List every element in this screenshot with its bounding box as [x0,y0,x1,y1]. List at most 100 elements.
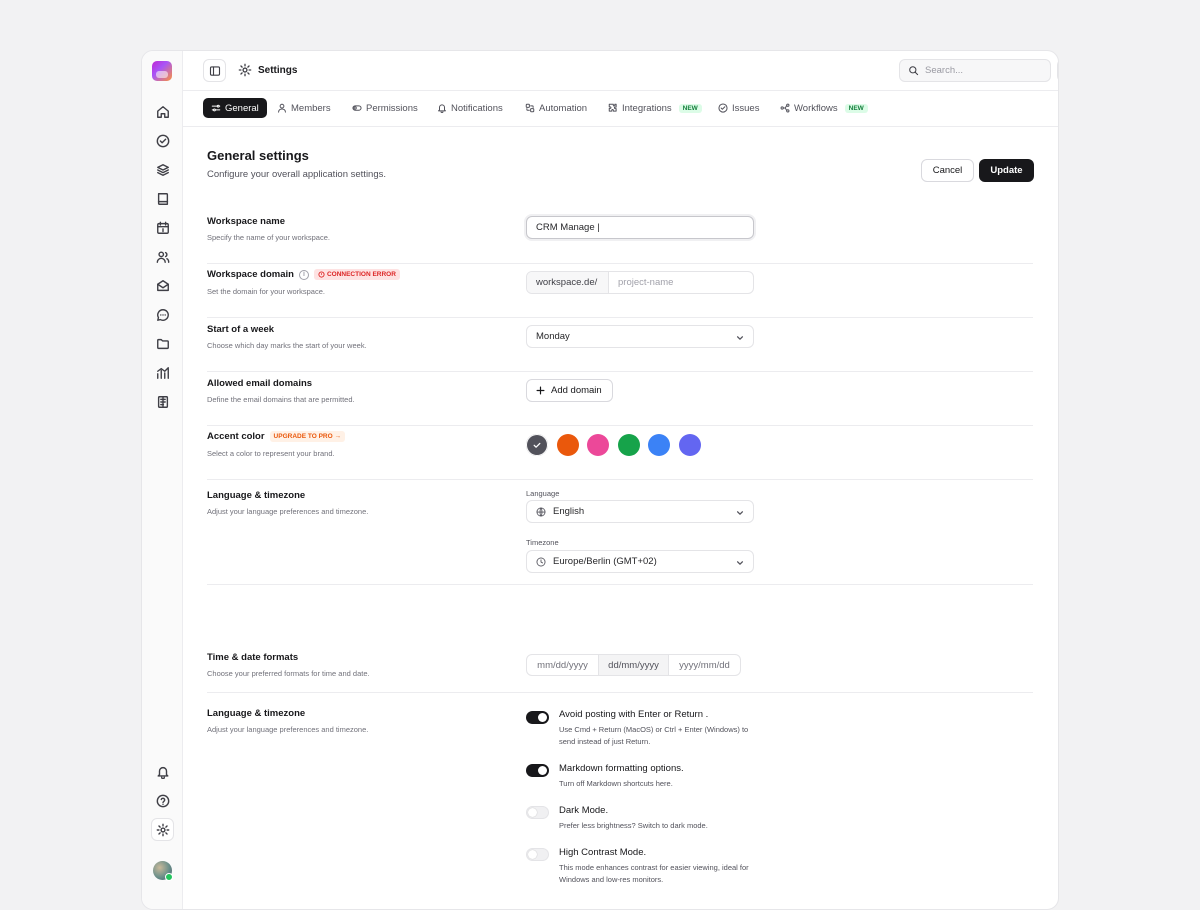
preferences-row: Language & timezone Adjust your language… [207,693,1033,909]
alert-circle-icon [318,271,325,278]
add-domain-button[interactable]: Add domain [526,379,613,402]
color-swatch[interactable] [617,434,640,456]
color-swatch[interactable] [678,434,701,456]
tab-automation[interactable]: Automation [517,98,595,118]
workspace-domain-desc: Set the domain for your workspace. [207,287,325,296]
tab-general[interactable]: General [203,98,267,118]
tab-integrations[interactable]: Integrations NEW [600,98,710,118]
workspace-domain-input-group: workspace.de/ project-name [526,271,754,294]
dark-mode-toggle[interactable] [526,806,549,819]
divider [207,584,1033,585]
email-domains-desc: Define the email domains that are permit… [207,395,355,404]
accent-color-row: Accent color UPGRADE TO PRO → Select a c… [207,426,1033,480]
high-contrast-toggle-desc: This mode enhances contrast for easier v… [559,863,749,884]
enter-toggle-desc: Use Cmd + Return (MacOS) or Ctrl + Enter… [559,725,749,746]
new-badge: NEW [844,103,868,113]
check-icon [533,442,541,448]
markdown-toggle-desc: Turn off Markdown shortcuts here. [559,779,673,788]
tab-members[interactable]: Members [269,98,339,118]
accent-color-label: Accent color [207,431,265,442]
avatar[interactable] [153,861,173,881]
update-button[interactable]: Update [979,159,1034,182]
chevron-down-icon [736,559,744,567]
upgrade-badge[interactable]: UPGRADE TO PRO → [269,431,345,442]
workspace-name-input[interactable]: CRM Manage | [526,216,754,239]
preferences-desc: Adjust your language preferences and tim… [207,725,369,734]
settings-tabs: General Members Permissions Notification… [183,91,1058,127]
language-timezone-label: Language & timezone [207,490,306,501]
toggle-icon [352,105,362,111]
top-bar: Settings Search... [183,51,1058,91]
accent-label-group: Accent color UPGRADE TO PRO → [207,431,345,442]
cancel-button[interactable]: Cancel [921,159,974,182]
book-icon[interactable] [154,190,171,207]
domain-input[interactable]: project-name [609,272,753,293]
check-circle-icon[interactable] [154,132,171,149]
section-title: General settings [207,148,309,163]
week-start-select[interactable]: Monday [526,325,754,348]
accent-color-desc: Select a color to represent your brand. [207,449,335,458]
high-contrast-toggle[interactable] [526,848,549,861]
sidebar-toggle-button[interactable] [203,59,226,82]
plus-icon [536,386,545,395]
week-start-row: Start of a week Choose which day marks t… [207,318,1033,372]
bell-icon[interactable] [154,763,171,780]
color-swatches [526,434,726,456]
chat-icon[interactable] [154,306,171,323]
connection-error-badge: CONNECTION ERROR [313,269,400,280]
document-icon[interactable] [154,393,171,410]
bell-icon [438,104,446,113]
help-icon[interactable] [154,792,171,809]
gear-icon [238,63,252,77]
color-swatch[interactable] [587,434,609,456]
info-icon[interactable]: i [298,269,309,280]
language-select[interactable]: English [526,500,754,523]
new-badge: NEW [678,103,702,113]
enter-toggle-title: Avoid posting with Enter or Return . [559,709,709,720]
tab-notifications[interactable]: Notifications [429,98,511,118]
workflow-icon [780,103,790,113]
section-subtitle: Configure your overall application setti… [207,169,387,180]
timezone-select[interactable]: Europe/Berlin (GMT+02) [526,550,754,573]
markdown-toggle[interactable] [526,764,549,777]
tab-workflows[interactable]: Workflows NEW [772,98,876,118]
page-title: Settings [258,65,298,76]
analytics-icon[interactable] [154,364,171,381]
date-format-label: Time & date formats [207,652,299,663]
tab-issues[interactable]: Issues [710,98,767,118]
automation-icon [525,103,535,113]
format-option-mdy[interactable]: mm/dd/yyyy [527,655,598,675]
format-option-ymd[interactable]: yyyy/mm/dd [669,655,740,675]
color-swatch[interactable] [648,434,670,456]
date-format-row: Time & date formats Choose your preferre… [207,639,1033,693]
preferences-label: Language & timezone [207,708,306,719]
folder-icon[interactable] [154,335,171,352]
search-input[interactable]: Search... [899,59,1051,82]
mail-icon[interactable] [154,277,171,294]
puzzle-icon [608,103,617,112]
layers-icon[interactable] [154,161,171,178]
email-domains-row: Allowed email domains Define the email d… [207,372,1033,426]
enter-toggle[interactable] [526,711,549,724]
tab-permissions[interactable]: Permissions [344,98,426,118]
date-format-segmented: mm/dd/yyyy dd/mm/yyyy yyyy/mm/dd [526,654,741,676]
settings-button[interactable] [1057,59,1058,82]
gear-icon[interactable] [151,818,174,841]
language-timezone-desc: Adjust your language preferences and tim… [207,507,369,516]
user-icon [278,103,286,113]
chevron-down-icon [736,509,744,517]
chevron-down-icon [736,334,744,342]
timezone-label: Timezone [526,538,559,547]
app-logo[interactable] [152,61,172,81]
color-swatch[interactable] [526,434,548,456]
color-swatch[interactable] [556,434,579,456]
clock-icon [536,557,546,566]
globe-icon [536,507,546,516]
users-icon[interactable] [154,248,171,265]
format-option-dmy[interactable]: dd/mm/yyyy [598,655,669,675]
home-icon[interactable] [154,103,171,120]
calendar-icon[interactable] [154,219,171,236]
search-icon [909,66,919,76]
week-start-label: Start of a week [207,324,275,335]
markdown-toggle-title: Markdown formatting options. [559,763,684,774]
